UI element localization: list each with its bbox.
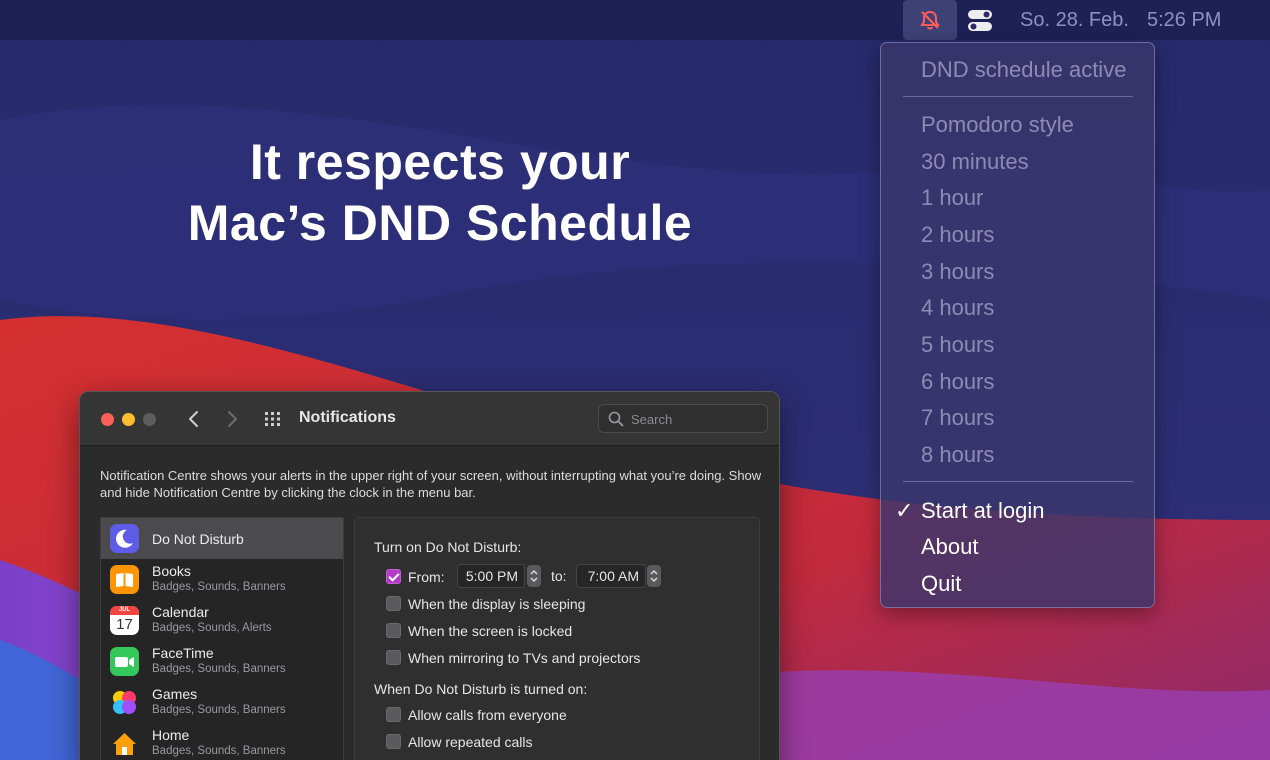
back-chevron-icon[interactable]	[184, 407, 204, 431]
app-list-item-books[interactable]: Books Badges, Sounds, Banners	[101, 559, 343, 600]
app-list-item-calendar[interactable]: JUL 17 Calendar Badges, Sounds, Alerts	[101, 600, 343, 641]
menu-separator	[903, 96, 1133, 97]
to-time-stepper[interactable]	[647, 565, 661, 587]
app-alert-style: Badges, Sounds, Banners	[152, 745, 286, 757]
mirroring-checkbox[interactable]	[386, 650, 401, 665]
books-icon	[110, 565, 139, 594]
search-input[interactable]	[631, 410, 761, 428]
window-titlebar: Notifications	[80, 392, 779, 446]
minimize-window-button[interactable]	[122, 413, 135, 426]
headline: It respects your Mac’s DND Schedule	[110, 132, 770, 254]
dnd-dropdown-menu: DND schedule active Pomodoro style 30 mi…	[880, 42, 1155, 608]
headline-line-1: It respects your	[249, 134, 631, 190]
app-list-item-games[interactable]: Games Badges, Sounds, Banners	[101, 682, 343, 723]
app-name: Calendar	[152, 604, 209, 620]
checkbox-label: When the display is sleeping	[408, 596, 586, 612]
checkbox-label: Allow repeated calls	[408, 734, 533, 750]
checkbox-label: When the screen is locked	[408, 623, 573, 639]
menu-bar: So. 28. Feb. 5:26 PM	[0, 0, 1270, 40]
app-alert-style: Badges, Sounds, Alerts	[152, 622, 272, 634]
checkmark-icon: ✓	[895, 498, 914, 523]
menu-item-6-hours[interactable]: 6 hours	[921, 368, 994, 396]
menu-item-about[interactable]: About	[921, 533, 979, 561]
menu-item-2-hours[interactable]: 2 hours	[921, 221, 994, 249]
headline-line-2: Mac’s DND Schedule	[187, 195, 693, 251]
menu-item-8-hours[interactable]: 8 hours	[921, 441, 994, 469]
menu-item-4-hours[interactable]: 4 hours	[921, 294, 994, 322]
repeated-calls-checkbox[interactable]	[386, 734, 401, 749]
checkbox-label: Allow calls from everyone	[408, 707, 567, 723]
from-time-field[interactable]: 5:00 PM	[457, 564, 525, 588]
menu-item-30-minutes[interactable]: 30 minutes	[921, 148, 1029, 176]
app-name: FaceTime	[152, 645, 214, 661]
app-alert-style: Badges, Sounds, Banners	[152, 581, 286, 593]
turn-on-dnd-heading: Turn on Do Not Disturb:	[374, 539, 522, 555]
zoom-window-button[interactable]	[143, 413, 156, 426]
menu-bar-date: So. 28. Feb.	[1020, 9, 1129, 31]
close-window-button[interactable]	[101, 413, 114, 426]
menu-bar-time: 5:26 PM	[1146, 9, 1222, 31]
app-name: Do Not Disturb	[152, 531, 244, 547]
when-dnd-on-heading: When Do Not Disturb is turned on:	[374, 681, 588, 697]
calendar-icon-month: JUL	[110, 606, 139, 615]
menu-item-pomodoro[interactable]: Pomodoro style	[921, 111, 1074, 139]
schedule-checkbox[interactable]	[386, 569, 401, 584]
menu-item-3-hours[interactable]: 3 hours	[921, 258, 994, 286]
to-label: to:	[551, 568, 567, 584]
display-sleeping-checkbox[interactable]	[386, 596, 401, 611]
menu-item-1-hour[interactable]: 1 hour	[921, 184, 983, 212]
from-time-stepper[interactable]	[527, 565, 541, 587]
to-time-field[interactable]: 7:00 AM	[576, 564, 646, 588]
show-all-grid-icon[interactable]	[264, 411, 284, 427]
screen-locked-checkbox[interactable]	[386, 623, 401, 638]
menu-status-dnd-schedule: DND schedule active	[921, 57, 1127, 82]
menu-item-quit[interactable]: Quit	[921, 570, 961, 598]
from-label: From:	[408, 569, 445, 585]
games-icon	[110, 688, 139, 717]
menu-separator	[903, 481, 1133, 482]
app-name: Books	[152, 563, 191, 579]
menu-item-7-hours[interactable]: 7 hours	[921, 404, 994, 432]
notification-centre-description: Notification Centre shows your alerts in…	[100, 468, 762, 500]
search-icon	[608, 411, 624, 427]
app-list: Do Not Disturb Books Badges, Sounds, Ban…	[100, 517, 344, 760]
forward-chevron-icon[interactable]	[222, 407, 242, 431]
notifications-preferences-window: Notifications Notification Centre shows …	[79, 391, 780, 760]
app-alert-style: Badges, Sounds, Banners	[152, 704, 286, 716]
search-field[interactable]	[598, 404, 768, 433]
do-not-disturb-panel: Turn on Do Not Disturb: From: 5:00 PM to…	[354, 517, 760, 760]
moon-icon	[110, 524, 139, 553]
menu-item-start-at-login[interactable]: Start at login	[921, 497, 1045, 525]
app-list-item-do-not-disturb[interactable]: Do Not Disturb	[101, 518, 343, 559]
app-alert-style: Badges, Sounds, Banners	[152, 663, 286, 675]
allow-calls-checkbox[interactable]	[386, 707, 401, 722]
home-icon	[110, 729, 139, 758]
menu-item-5-hours[interactable]: 5 hours	[921, 331, 994, 359]
app-name: Home	[152, 727, 190, 743]
app-name: Games	[152, 686, 198, 702]
switches-icon[interactable]	[964, 6, 996, 36]
calendar-icon: JUL 17	[110, 606, 139, 635]
app-list-item-facetime[interactable]: FaceTime Badges, Sounds, Banners	[101, 641, 343, 682]
window-title: Notifications	[299, 409, 396, 426]
checkbox-label: When mirroring to TVs and projectors	[408, 650, 641, 666]
calendar-icon-day: 17	[116, 616, 133, 633]
facetime-icon	[110, 647, 139, 676]
app-list-item-home[interactable]: Home Badges, Sounds, Banners	[101, 723, 343, 760]
bell-slash-icon[interactable]	[903, 0, 957, 40]
menu-bar-clock[interactable]: So. 28. Feb. 5:26 PM	[1020, 7, 1221, 33]
